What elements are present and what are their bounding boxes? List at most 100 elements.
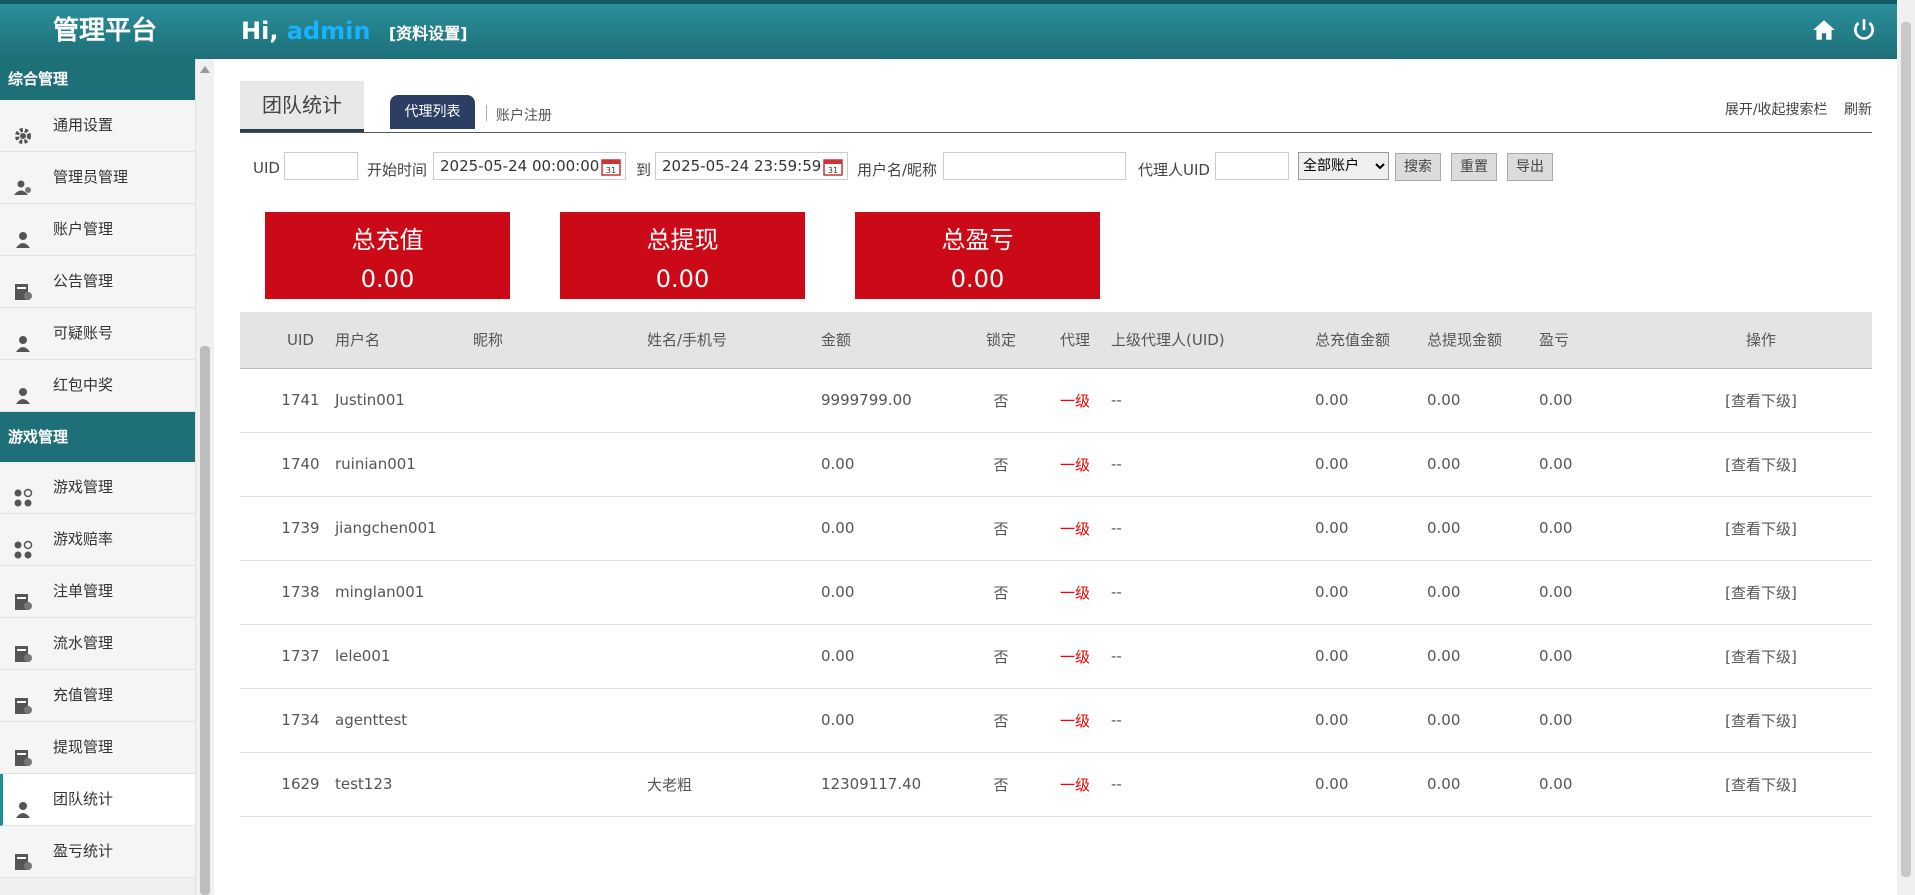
sidebar-section-general[interactable]: 综合管理: [0, 59, 195, 100]
sidebar-item-admin-manage[interactable]: 管理员管理: [0, 152, 195, 204]
col-amount: 金额: [820, 312, 962, 369]
table-row: 1739 jiangchen001 0.00 否 一级 -- 0.00 0.00 0.00 [查看…: [240, 496, 1872, 560]
sidebar-item-label: 盈亏统计: [53, 842, 114, 860]
sidebar-item-team-stats[interactable]: 团队统计: [0, 774, 195, 826]
toggle-search-link[interactable]: 展开/收起搜索栏: [1725, 102, 1828, 118]
col-username: 用户名: [334, 312, 472, 369]
refresh-link[interactable]: 刷新: [1844, 102, 1872, 118]
cell-parent-agent: --: [1111, 583, 1122, 601]
view-subordinates-link[interactable]: [查看下级]: [1650, 432, 1872, 496]
sidebar-item-bet-orders[interactable]: 注单管理: [0, 566, 195, 618]
table-row: 1740 ruinian001 0.00 否 一级 -- 0.00 0.00 0.00 [查看下级…: [240, 432, 1872, 496]
view-subordinates-link[interactable]: [查看下级]: [1650, 752, 1872, 816]
cell-total-withdraw: 0.00: [1427, 583, 1461, 601]
view-subordinates-link[interactable]: [查看下级]: [1650, 368, 1872, 432]
sidebar-item-label: 游戏赔率: [53, 530, 114, 548]
cell-profit: 0.00: [1539, 647, 1573, 665]
form-icon: [13, 842, 33, 870]
agent-uid-input[interactable]: [1215, 152, 1289, 180]
sidebar-item-general-settings[interactable]: 通用设置: [0, 100, 195, 152]
cell-name-phone: [646, 496, 820, 560]
table-row: 1741 Justin001 9999799.00 否 一级 -- 0.00 0.00 0.00…: [240, 368, 1872, 432]
form-icon: [13, 272, 33, 300]
cell-total-withdraw: 0.00: [1427, 647, 1461, 665]
view-subordinates-link[interactable]: [查看下级]: [1650, 496, 1872, 560]
sidebar-section-game[interactable]: 游戏管理: [0, 412, 195, 462]
cell-profit: 0.00: [1539, 455, 1573, 473]
gear-icon: [13, 116, 33, 144]
cell-name-phone: [646, 688, 820, 752]
cell-uid: 1739: [281, 519, 320, 537]
cell-profit: 0.00: [1539, 711, 1573, 729]
cell-username: jiangchen001: [335, 519, 437, 537]
uid-label: UID: [253, 159, 280, 177]
start-time-input[interactable]: [433, 152, 626, 180]
to-label: 到: [636, 161, 652, 179]
users-icon: [13, 168, 33, 195]
cell-amount: 0.00: [821, 455, 855, 473]
sidebar-item-label: 公告管理: [53, 272, 114, 290]
stat-total-profit: 总盈亏 0.00: [855, 212, 1100, 299]
agent-table: UID 用户名 昵称 姓名/手机号 金额 锁定 代理 上级代理人(UID) 总充…: [240, 312, 1872, 817]
cell-total-recharge: 0.00: [1315, 583, 1349, 601]
cell-agent-level: 一级: [1059, 711, 1090, 730]
grid-icon: [13, 530, 33, 559]
col-agent: 代理: [1040, 312, 1110, 369]
grid-icon: [13, 478, 33, 507]
account-type-select[interactable]: 全部账户: [1298, 152, 1389, 180]
cell-amount: 9999799.00: [821, 391, 912, 409]
cell-total-withdraw: 0.00: [1427, 519, 1461, 537]
search-button[interactable]: 搜索: [1395, 153, 1441, 181]
col-profit: 盈亏: [1538, 312, 1650, 369]
sidebar-item-recharge[interactable]: 充值管理: [0, 670, 195, 722]
cell-name-phone: [646, 624, 820, 688]
cell-username: ruinian001: [335, 455, 416, 473]
sidebar-item-game-odds[interactable]: 游戏赔率: [0, 514, 195, 566]
cell-nickname: [472, 624, 646, 688]
cell-agent-level: 一级: [1059, 647, 1090, 666]
sidebar-item-account-manage[interactable]: 账户管理: [0, 204, 195, 256]
page-scrollbar[interactable]: [1897, 0, 1915, 895]
export-button[interactable]: 导出: [1507, 153, 1553, 181]
view-subordinates-link[interactable]: [查看下级]: [1650, 560, 1872, 624]
power-icon[interactable]: [1851, 17, 1877, 43]
main-content: 团队统计 代理列表 账户注册 展开/收起搜索栏 刷新 UID 开始时间 31 到…: [240, 59, 1872, 895]
sidebar-scrollbar[interactable]: [195, 59, 214, 895]
cell-total-recharge: 0.00: [1315, 519, 1349, 537]
tab-divider: [486, 105, 487, 121]
col-total-withdraw: 总提现金额: [1426, 312, 1538, 369]
home-icon[interactable]: [1811, 17, 1837, 43]
profile-settings-link[interactable]: [资料设置]: [389, 24, 468, 43]
page-title-tab[interactable]: 团队统计: [240, 81, 364, 132]
calendar-icon[interactable]: 31: [823, 158, 843, 176]
calendar-icon[interactable]: 31: [601, 158, 621, 176]
cell-total-recharge: 0.00: [1315, 455, 1349, 473]
svg-text:31: 31: [828, 166, 838, 175]
cell-agent-level: 一级: [1059, 775, 1090, 794]
cell-uid: 1737: [281, 647, 320, 665]
cell-parent-agent: --: [1111, 775, 1122, 793]
view-subordinates-link[interactable]: [查看下级]: [1650, 624, 1872, 688]
cell-profit: 0.00: [1539, 583, 1573, 601]
reset-button[interactable]: 重置: [1451, 153, 1497, 181]
sidebar-item-announcement[interactable]: 公告管理: [0, 256, 195, 308]
cell-agent-level: 一级: [1059, 455, 1090, 474]
sidebar-item-game-manage[interactable]: 游戏管理: [0, 462, 195, 514]
uid-input[interactable]: [284, 152, 358, 180]
username-input[interactable]: [943, 152, 1126, 180]
sidebar-item-profit-stats[interactable]: 盈亏统计: [0, 826, 195, 878]
sidebar-item-suspicious-accounts[interactable]: 可疑账号: [0, 308, 195, 360]
end-time-input[interactable]: [655, 152, 848, 180]
cell-amount: 0.00: [821, 583, 855, 601]
view-subordinates-link[interactable]: [查看下级]: [1650, 688, 1872, 752]
sidebar-scroll-thumb[interactable]: [200, 346, 210, 895]
sidebar-item-turnover[interactable]: 流水管理: [0, 618, 195, 670]
scroll-up-arrow-icon[interactable]: [200, 66, 210, 73]
tab-account-register[interactable]: 账户注册: [496, 105, 552, 125]
tab-agent-list[interactable]: 代理列表: [390, 95, 475, 129]
sidebar-item-withdraw[interactable]: 提现管理: [0, 722, 195, 774]
cell-locked: 否: [993, 711, 1009, 730]
sidebar-item-red-packet[interactable]: 红包中奖: [0, 360, 195, 412]
cell-nickname: [472, 752, 646, 816]
cell-nickname: [472, 432, 646, 496]
